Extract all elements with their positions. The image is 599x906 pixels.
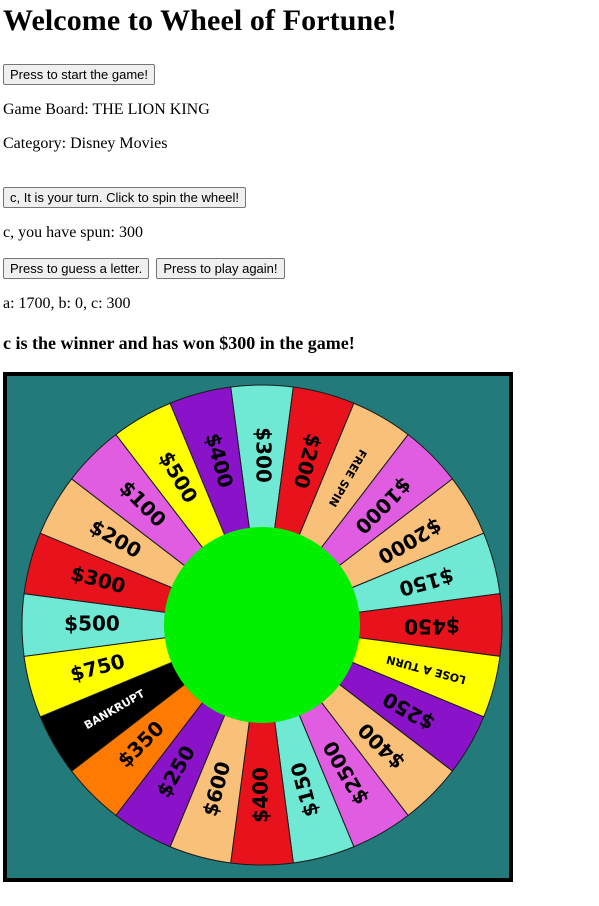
- spun-result-text: c, you have spun: 300: [3, 224, 143, 241]
- spin-wheel-button[interactable]: c, It is your turn. Click to spin the wh…: [3, 187, 247, 208]
- wheel-segment-label: $300: [252, 427, 276, 483]
- wheel-image: $300 $200 FREE SPIN $1000 $2000 $150 $450 LOSE …: [3, 372, 513, 882]
- wheel-segment-label: $450: [404, 615, 460, 639]
- play-again-button[interactable]: Press to play again!: [156, 258, 285, 279]
- game-board-text: Game Board: THE LION KING: [3, 101, 210, 118]
- wheel-segment-label: $500: [64, 612, 120, 636]
- wheel-segment-label: $400: [249, 767, 273, 823]
- guess-letter-button[interactable]: Press to guess a letter.: [3, 258, 150, 279]
- category-text: Category: Disney Movies: [3, 135, 168, 152]
- wheel-hub: [164, 527, 360, 723]
- page-title: Welcome to Wheel of Fortune!: [3, 4, 397, 37]
- scores-text: a: 1700, b: 0, c: 300: [3, 295, 131, 312]
- winner-text: c is the winner and has won $300 in the …: [3, 333, 355, 353]
- wheel-graphic: $300 $200 FREE SPIN$1000$2000$150$450LOSE …: [21, 384, 503, 866]
- start-game-button[interactable]: Press to start the game!: [3, 64, 156, 85]
